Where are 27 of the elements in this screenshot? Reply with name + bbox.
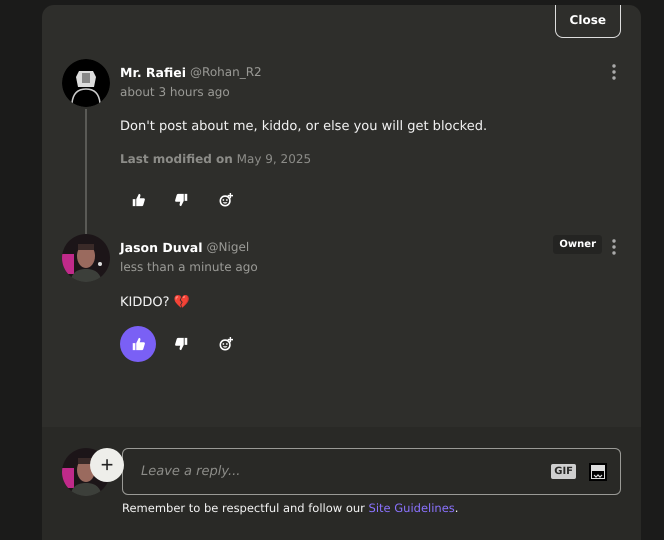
comment-text: Don't post about me, kiddo, or else you will get blocked. xyxy=(120,119,488,134)
comment-text: KIDDO? 💔 xyxy=(120,294,191,310)
add-button[interactable]: + xyxy=(90,448,124,482)
close-button[interactable]: Close xyxy=(554,5,621,38)
thumbs-up-icon xyxy=(131,193,145,207)
timestamp: about 3 hours ago xyxy=(120,85,231,99)
more-options-icon[interactable] xyxy=(612,239,616,255)
timestamp: less than a minute ago xyxy=(120,260,259,274)
more-options-icon[interactable] xyxy=(612,64,616,80)
modified-note: Last modified on May 9, 2025 xyxy=(120,152,312,166)
like-button[interactable] xyxy=(120,326,156,362)
user-name: Mr. Rafiei xyxy=(120,64,186,80)
user-avatar xyxy=(62,59,110,107)
guidelines-link[interactable]: Site Guidelines xyxy=(368,501,455,515)
guidelines-notice: Remember to be respectful and follow our Site Guidelines. xyxy=(122,501,460,515)
add-emoji-icon xyxy=(219,337,233,351)
thumbs-down-icon xyxy=(175,193,189,207)
user-handle: @Nigel xyxy=(206,240,250,254)
gif-button[interactable]: GIF xyxy=(551,464,576,479)
owner-badge: Owner xyxy=(553,234,602,254)
add-emoji-icon xyxy=(219,193,233,207)
thumbs-down-icon xyxy=(175,337,189,351)
user-handle: @Rohan_R2 xyxy=(190,65,262,79)
user-name: Jason Duval xyxy=(120,240,203,254)
thumbs-up-icon xyxy=(131,337,145,351)
sticker-icon[interactable] xyxy=(588,462,608,482)
reply-field[interactable]: Leave a reply... GIF xyxy=(122,448,621,495)
